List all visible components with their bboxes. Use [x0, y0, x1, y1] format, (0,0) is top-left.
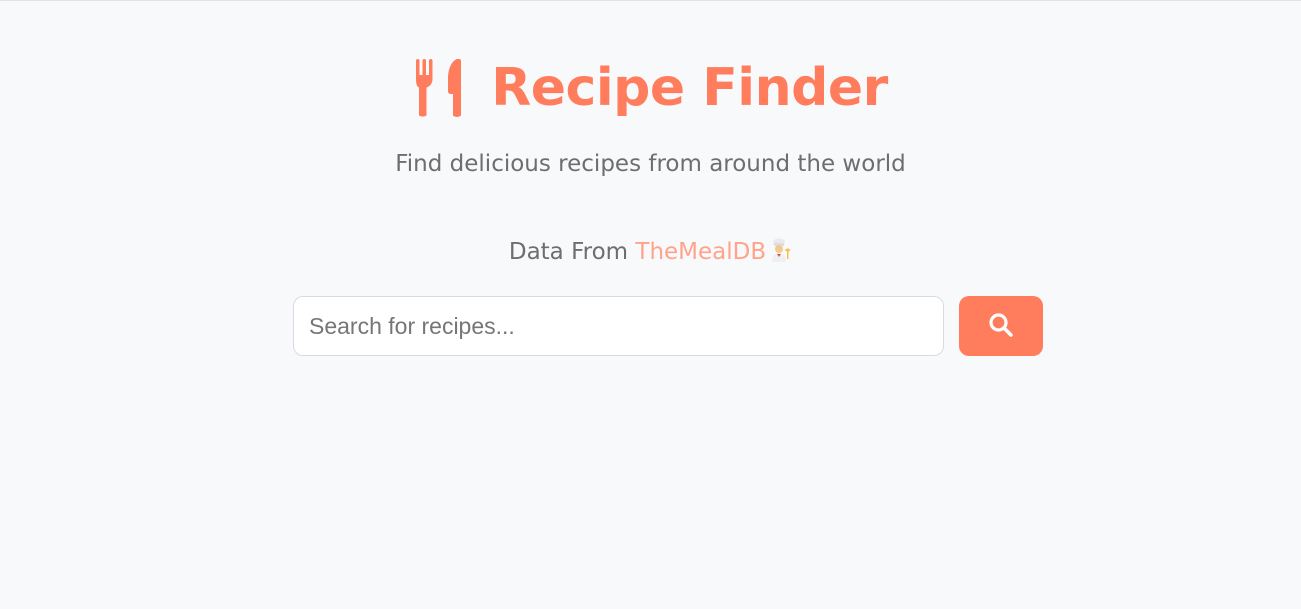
search-input[interactable]: [293, 296, 944, 356]
search-button[interactable]: [959, 296, 1043, 356]
chef-icon: [770, 238, 792, 262]
search-icon: [988, 312, 1014, 341]
utensils-icon: [413, 58, 465, 117]
themealdb-link[interactable]: TheMealDB: [635, 239, 766, 265]
data-credit: Data From TheMealDB: [0, 238, 1301, 265]
search-bar: [293, 296, 1043, 356]
page-subtitle: Find delicious recipes from around the w…: [395, 151, 906, 177]
page-title: Recipe Finder: [491, 58, 888, 118]
title-row: Recipe Finder: [0, 58, 1301, 118]
credit-prefix: Data From: [508, 239, 636, 265]
